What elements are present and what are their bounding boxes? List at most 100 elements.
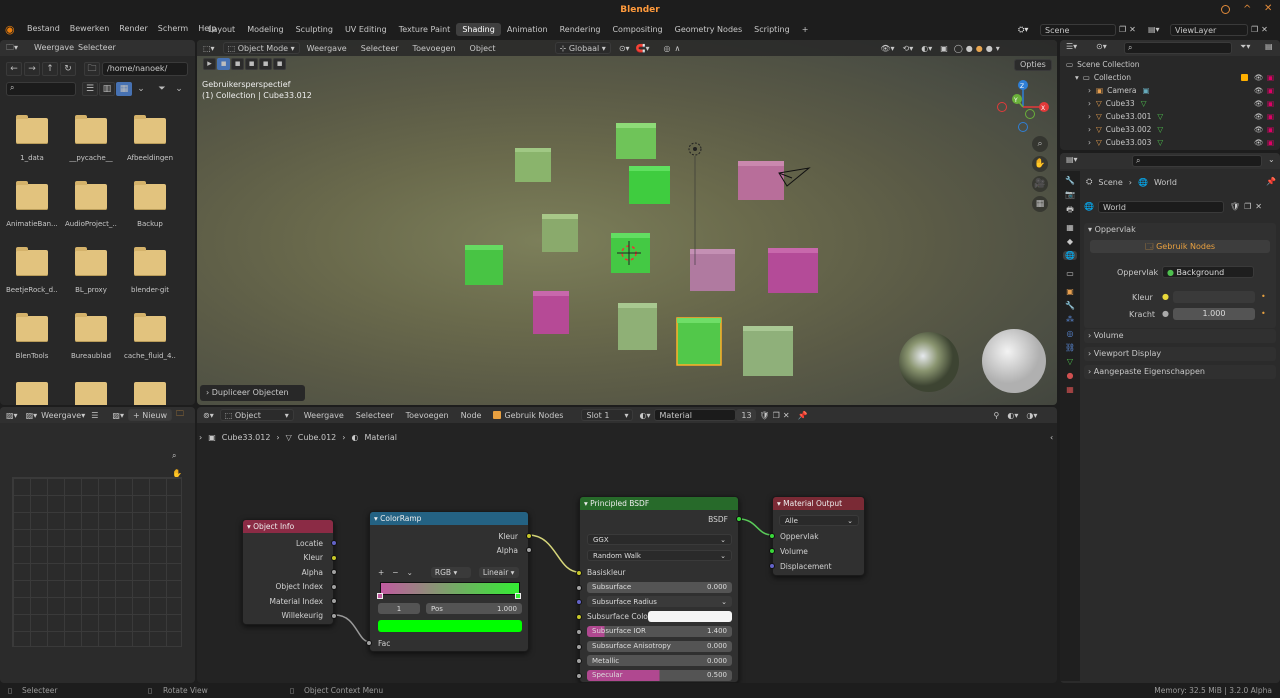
outliner-collection[interactable]: ▾ ▭ Collection 👁 ▣: [1060, 71, 1280, 84]
outliner-item[interactable]: › ▽ Cube33.003 ▽ 👁 ▣: [1060, 136, 1280, 149]
input-slider[interactable]: Subsurface Anisotropy 0.000: [587, 640, 732, 652]
filter-icon[interactable]: ⏷: [154, 82, 170, 96]
physics-tab-icon[interactable]: ◎: [1067, 329, 1074, 338]
input-slider[interactable]: Subsurface IOR 1.400: [587, 625, 732, 637]
cube-pink-1[interactable]: [738, 161, 784, 200]
tool-tab-icon[interactable]: 🔧: [1065, 176, 1075, 185]
ramp-stop-right[interactable]: [515, 593, 521, 599]
camera-render-icon[interactable]: ▣: [1267, 99, 1274, 108]
filter-icon[interactable]: ⏷▾: [1240, 42, 1250, 52]
viewlayer-copy-icon[interactable]: ❐: [1251, 25, 1258, 34]
cube-pink-4[interactable]: [533, 291, 569, 334]
input-socket-icon[interactable]: [576, 599, 582, 606]
fb-menu-select[interactable]: Selecteer: [78, 43, 116, 52]
folder-item[interactable]: AnimatieBan...: [6, 178, 58, 238]
tab-compositing[interactable]: Compositing: [606, 23, 668, 36]
interpolation-dropdown[interactable]: Lineair ▾: [478, 567, 519, 578]
eye-icon[interactable]: 👁: [1254, 125, 1264, 134]
ramp-stop-left[interactable]: [377, 593, 383, 599]
tab-texture-paint[interactable]: Texture Paint: [393, 23, 457, 36]
panel-collapsed[interactable]: › Viewport Display: [1084, 347, 1276, 361]
outliner-item[interactable]: › ▽ Cube33.002 ▽ 👁 ▣: [1060, 123, 1280, 136]
distribution-dropdown[interactable]: GGX ⌄: [587, 534, 732, 545]
camera-render-icon[interactable]: ▣: [1267, 112, 1274, 121]
image-browse-icon[interactable]: ▨▾: [112, 411, 124, 420]
node-header[interactable]: ▾ Principled BSDF: [580, 497, 738, 510]
camera-render-icon[interactable]: ▣: [1267, 86, 1274, 95]
eye-icon[interactable]: 👁: [1254, 138, 1264, 147]
input-socket-icon[interactable]: [576, 570, 582, 576]
new-image-button[interactable]: + Nieuw: [128, 409, 172, 421]
view-mode-icon[interactable]: ▨▾: [26, 411, 38, 420]
color-field[interactable]: [1173, 291, 1255, 303]
input-socket-icon[interactable]: [769, 563, 775, 569]
expand-icon[interactable]: ›: [1088, 125, 1091, 134]
stop-position-field[interactable]: Pos 1.000: [426, 603, 522, 614]
expand-icon[interactable]: ›: [1088, 99, 1091, 108]
shader-socket-icon[interactable]: [736, 516, 742, 522]
world-datablock[interactable]: 🌐 World 🛡 ❐ ✕: [1084, 200, 1276, 213]
menu-scherm[interactable]: Scherm: [153, 24, 193, 33]
sss-method-dropdown[interactable]: Random Walk ⌄: [587, 550, 732, 561]
material-tab-icon[interactable]: ●: [1067, 371, 1074, 380]
data-tab-icon[interactable]: ▽: [1067, 357, 1073, 366]
output-socket-icon[interactable]: [331, 569, 337, 575]
strength-field[interactable]: 1.000: [1173, 308, 1255, 320]
tab-modeling[interactable]: Modeling: [241, 23, 289, 36]
refresh-icon[interactable]: ↻: [60, 62, 76, 76]
properties-search[interactable]: ⌕: [1132, 155, 1262, 167]
viewport-3d[interactable]: ⬚▾ ⬚ Object Mode ▾ Weergave Selecteer Toev…: [197, 40, 1057, 405]
node-header[interactable]: ▾ Material Output: [773, 497, 864, 510]
menu-icon[interactable]: ☰: [91, 411, 98, 420]
node-header[interactable]: ▾ ColorRamp: [370, 512, 528, 525]
outliner-search[interactable]: ⌕: [1124, 42, 1232, 54]
node-object-info[interactable]: ▾ Object Info Locatie Kleur Alpha Object In…: [242, 519, 337, 625]
input-socket-icon[interactable]: [576, 614, 582, 621]
float-socket-icon[interactable]: [366, 640, 372, 646]
folder-icon[interactable]: [16, 382, 48, 405]
ie-menu-view[interactable]: Weergave: [41, 411, 81, 420]
folder-item[interactable]: AudioProject_...: [65, 178, 117, 238]
folder-item[interactable]: __pycache__: [65, 112, 117, 172]
tab-animation[interactable]: Animation: [501, 23, 554, 36]
expand-icon[interactable]: ›: [1088, 138, 1091, 147]
forward-arrow-icon[interactable]: →: [24, 62, 40, 76]
thumbnail-view-icon[interactable]: ▦: [116, 82, 132, 96]
cube-light-4[interactable]: [618, 303, 657, 350]
close-icon[interactable]: ✕: [1264, 3, 1272, 14]
remove-stop-icon[interactable]: −: [392, 568, 398, 577]
panel-collapsed[interactable]: › Aangepaste Eigenschappen: [1084, 365, 1276, 379]
viewlayer-name[interactable]: ViewLayer: [1170, 23, 1248, 36]
panel-surface-header[interactable]: ▾ Oppervlak: [1084, 223, 1276, 236]
output-socket-icon[interactable]: [331, 612, 337, 619]
input-socket-icon[interactable]: [576, 643, 582, 650]
particles-tab-icon[interactable]: ⁂: [1066, 315, 1074, 324]
blender-logo-icon[interactable]: ◉: [5, 23, 15, 36]
viewlayer-close-icon[interactable]: ✕: [1261, 25, 1268, 34]
outliner-item[interactable]: › ▽ Cube33 ▽ 👁 ▣: [1060, 97, 1280, 110]
input-socket-icon[interactable]: [769, 533, 775, 539]
camera-view-icon[interactable]: 🎥: [1032, 176, 1048, 192]
scene-copy-icon[interactable]: ❐: [1119, 25, 1126, 34]
filter-dropdown-icon[interactable]: ⌄: [171, 82, 187, 96]
texture-tab-icon[interactable]: ▦: [1066, 385, 1074, 394]
folder-item[interactable]: BeetjeRock_d...: [6, 244, 58, 304]
world-name-field[interactable]: World: [1097, 200, 1224, 213]
new-collection-icon[interactable]: ▤: [1265, 42, 1273, 51]
eye-icon[interactable]: 👁: [1254, 73, 1264, 82]
cube-light-1[interactable]: [515, 148, 551, 182]
node-header[interactable]: ▾ Object Info: [243, 520, 333, 533]
outliner-item[interactable]: › ▽ Cube33.001 ▽ 👁 ▣: [1060, 110, 1280, 123]
node-colorramp[interactable]: ▾ ColorRamp Kleur Alpha + − ⌄ RGB ▾ Line…: [366, 511, 532, 652]
collection-tab-icon[interactable]: ▭: [1066, 269, 1074, 278]
ramp-menu-icon[interactable]: ⌄: [407, 568, 413, 577]
editor-type-icon[interactable]: ▨▾: [6, 411, 18, 420]
new-folder-icon[interactable]: 🗀: [84, 62, 100, 76]
input-socket-icon[interactable]: [576, 658, 582, 665]
display-mode-icon[interactable]: ⊙▾: [1096, 42, 1107, 51]
outliner-item[interactable]: › ▣ Camera ▣ 👁 ▣: [1060, 84, 1280, 97]
viewlayer-selector[interactable]: ▤▾ ViewLayer ❐ ✕: [1148, 23, 1278, 36]
menu-render[interactable]: Render: [114, 24, 152, 33]
panel-collapsed[interactable]: › Volume: [1084, 329, 1276, 343]
copy-icon[interactable]: ❐: [1244, 202, 1251, 211]
